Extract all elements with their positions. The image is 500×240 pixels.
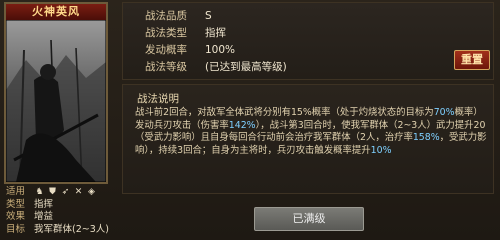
- troop-type-icons: ♞ ⛊ ➶ ✕ ◈: [34, 187, 97, 197]
- max-level-button[interactable]: 已满级: [254, 207, 364, 231]
- siege-icon: ◈: [88, 187, 95, 198]
- desc-highlight: 142%: [228, 119, 256, 131]
- info-value: 增益: [34, 211, 54, 222]
- type-value: 指挥: [205, 27, 226, 39]
- shield-icon: ⛊: [49, 187, 56, 198]
- type-label: 战法类型: [145, 27, 187, 39]
- tactic-attributes: 适用 ♞ ⛊ ➶ ✕ ◈ 类型 指挥 效果 增益 目标 我军群体(2~3人): [6, 186, 114, 236]
- tactic-card: 火神英风: [4, 2, 108, 184]
- quality-value: S: [205, 10, 212, 22]
- level-row: 战法等级 (已达到最高等级): [145, 60, 287, 74]
- rate-row: 发动概率 100%: [145, 43, 235, 57]
- desc-highlight: 70%: [433, 107, 455, 118]
- tactic-description-panel: 战法说明 战斗前2回合，对敌军全体武将分别有15%概率（处于灼烧状态的目标为70…: [122, 84, 494, 194]
- bow-icon: ➶: [61, 187, 70, 198]
- info-key: 目标: [6, 223, 26, 235]
- info-row-effect: 效果 增益: [6, 211, 114, 224]
- info-row-target: 目标 我军群体(2~3人): [6, 224, 114, 237]
- tactic-card-art: [6, 20, 106, 182]
- tactic-name: 火神英风: [6, 4, 106, 20]
- spear-icon: ✕: [74, 187, 83, 198]
- rate-label: 发动概率: [145, 44, 187, 56]
- info-key: 类型: [6, 198, 26, 210]
- description-title: 战法说明: [137, 93, 179, 105]
- info-key: 适用: [6, 186, 26, 197]
- rate-value: 100%: [205, 44, 236, 56]
- level-label: 战法等级: [145, 61, 187, 73]
- quality-label: 战法品质: [145, 10, 187, 22]
- info-row-troops: 适用 ♞ ⛊ ➶ ✕ ◈: [6, 186, 114, 199]
- reset-button[interactable]: 重置: [454, 50, 490, 70]
- desc-segment: 战斗前2回合，对敌军全体武将分别有15%概率（处于灼烧状态的目标为: [135, 107, 434, 118]
- info-value: 指挥: [34, 198, 54, 210]
- desc-highlight: 158%: [412, 132, 440, 143]
- info-row-type: 类型 指挥: [6, 199, 114, 212]
- desc-highlight: 10%: [370, 144, 392, 156]
- info-value: 我军群体(2~3人): [34, 223, 109, 235]
- quality-row: 战法品质 S: [145, 9, 212, 23]
- tactic-stats-panel: 战法品质 S 战法类型 指挥 发动概率 100% 战法等级 (已达到最高等级): [122, 2, 494, 80]
- horse-icon: ♞: [35, 187, 44, 198]
- info-key: 效果: [6, 211, 26, 222]
- level-value: (已达到最高等级): [205, 61, 287, 73]
- description-text: 战斗前2回合，对敌军全体武将分别有15%概率（处于灼烧状态的目标为70%概率）发…: [135, 107, 487, 157]
- type-row: 战法类型 指挥: [145, 26, 226, 40]
